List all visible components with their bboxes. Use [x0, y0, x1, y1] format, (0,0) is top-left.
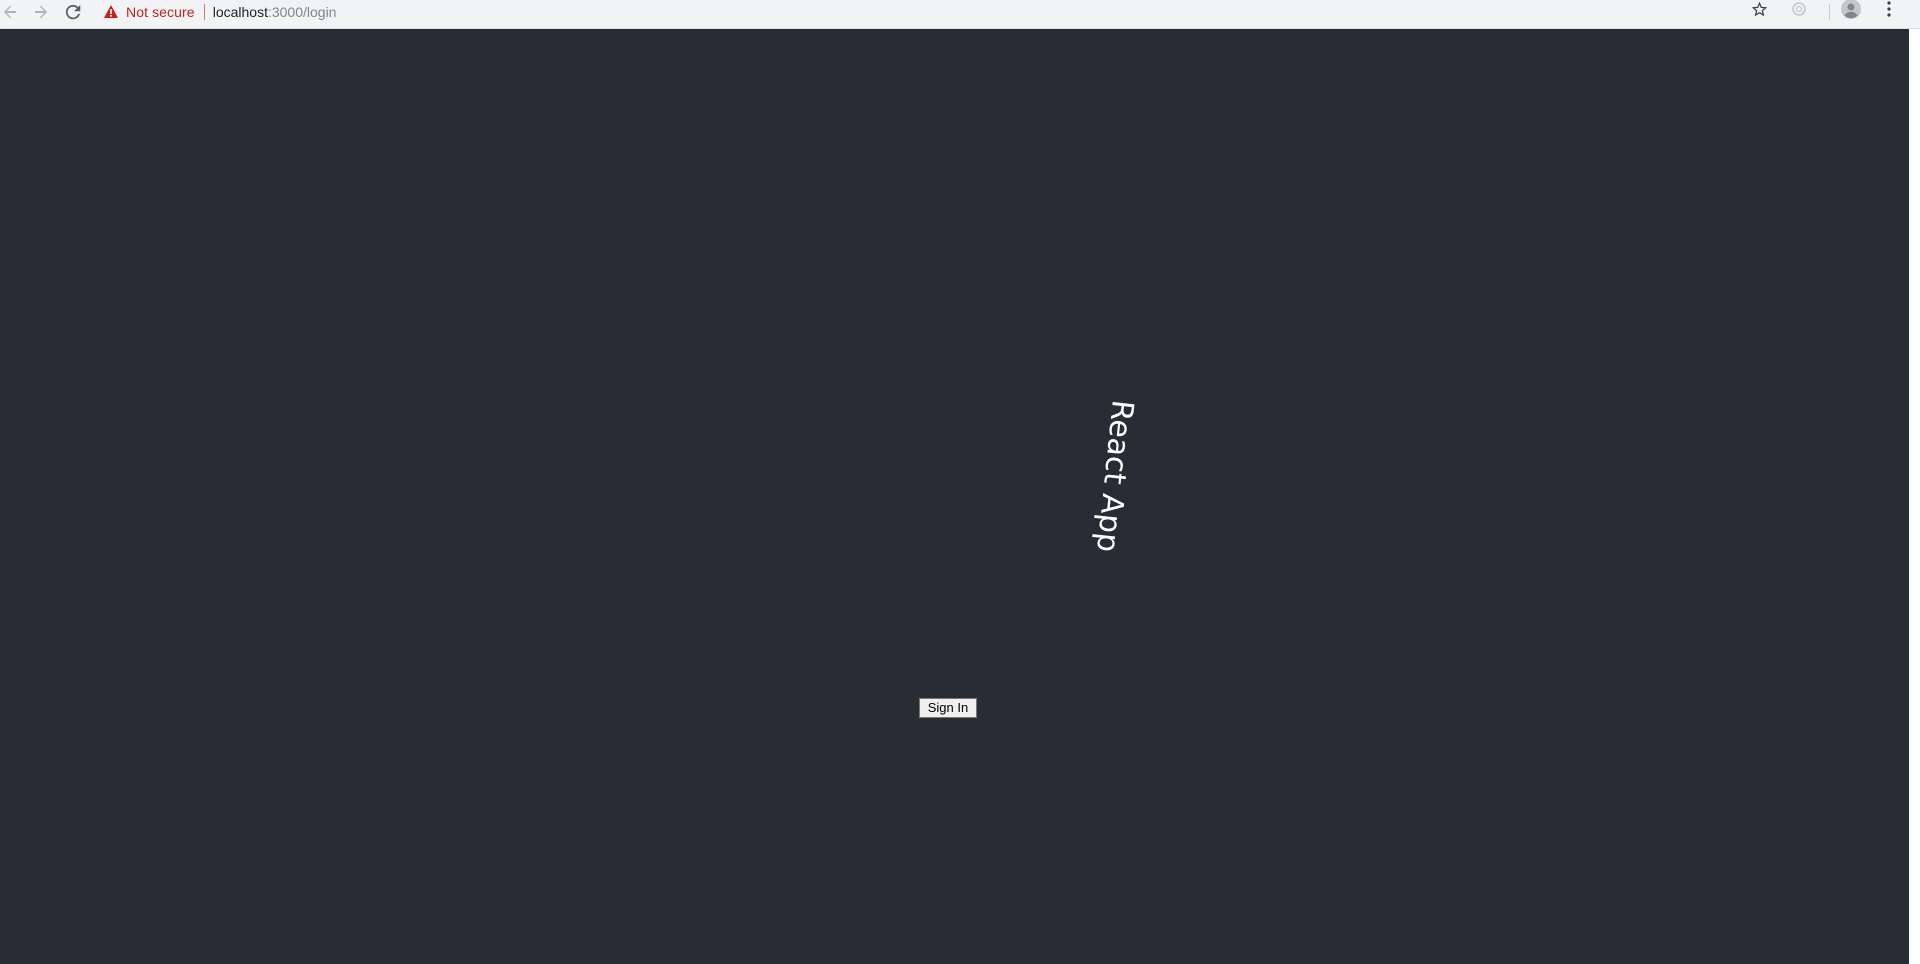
- page-scrollbar[interactable]: [1909, 29, 1920, 964]
- address-bar[interactable]: Not secure localhost:3000/login: [96, 0, 1776, 23]
- reload-icon: [65, 4, 81, 20]
- app-page: [0, 29, 1909, 964]
- back-button[interactable]: [0, 0, 23, 24]
- security-separator: [203, 3, 205, 20]
- site-security-indicator[interactable]: Not secure: [96, 0, 195, 23]
- browser-menu-button[interactable]: [1878, 0, 1900, 23]
- forward-button[interactable]: [28, 0, 54, 24]
- url-text[interactable]: localhost:3000/login: [213, 4, 337, 20]
- url-host: localhost: [212, 3, 268, 20]
- browser-toolbar: Not secure localhost:3000/login: [0, 0, 1920, 29]
- star-icon: [1751, 1, 1767, 22]
- not-secure-label: Not secure: [126, 3, 195, 20]
- back-arrow-icon: [2, 4, 18, 20]
- toolbar-divider: [1829, 4, 1830, 20]
- extension-icon: [1791, 1, 1807, 22]
- profile-avatar-icon: [1841, 0, 1861, 24]
- kebab-menu-icon: [1887, 1, 1891, 22]
- bookmark-button[interactable]: [1748, 0, 1770, 23]
- extension-button[interactable]: [1788, 0, 1810, 23]
- profile-button[interactable]: [1840, 0, 1862, 23]
- warning-triangle-icon: [104, 5, 118, 18]
- forward-arrow-icon: [33, 4, 49, 20]
- reload-button[interactable]: [60, 0, 86, 24]
- url-path: :3000/login: [267, 3, 337, 20]
- sign-in-button[interactable]: Sign In: [919, 698, 977, 718]
